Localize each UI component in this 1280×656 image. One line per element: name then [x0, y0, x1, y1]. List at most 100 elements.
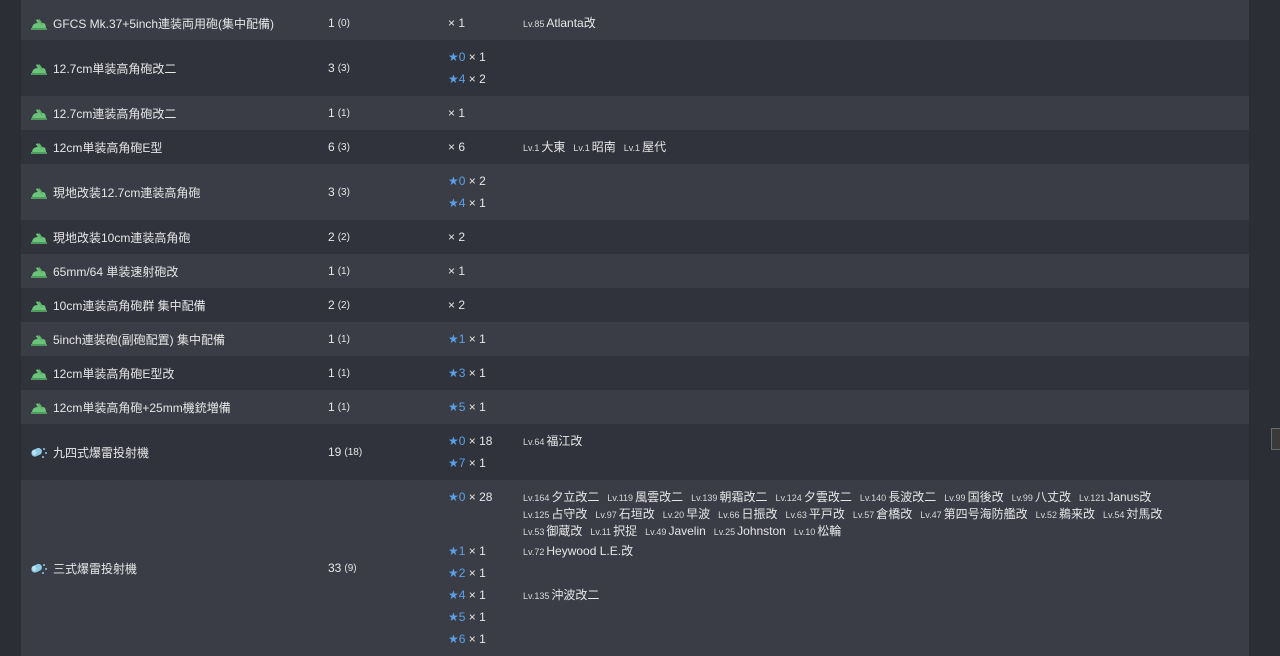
table-row: 65mm/64 単装速射砲改 1 (1) × 1 — [21, 254, 1249, 288]
gun-icon — [31, 267, 47, 278]
quantity: × 2 — [448, 298, 466, 312]
star-level: ★0 — [448, 50, 466, 64]
equipment-name: 12cm単装高角砲E型 — [53, 140, 163, 155]
ship-entry: Lv.25 Johnston — [714, 523, 786, 540]
star-level: ★4 — [448, 72, 466, 86]
ship-level: Lv.99 — [1011, 493, 1033, 503]
improvement-group: ★4 × 1 — [433, 192, 1249, 214]
ship-level: Lv.10 — [793, 527, 816, 537]
ship-level: Lv.52 — [1035, 510, 1057, 520]
improvement-level: × 1 — [433, 260, 523, 282]
ship-name: 鵜来改 — [1058, 507, 1095, 521]
ship-name: 対馬改 — [1126, 507, 1163, 521]
equipped-ships — [523, 628, 1249, 631]
equipped-ships: Lv.164 夕立改二 Lv.119 風雲改二 Lv.139 朝霜改二 Lv.124 夕雲改二… — [523, 486, 1249, 540]
equipment-count-unlocked: (3) — [337, 186, 350, 198]
improvement-level: ★4 × 1 — [433, 584, 523, 606]
ship-level: Lv.119 — [607, 493, 634, 503]
table-row: 12.7cm連装高角砲改二 1 (1) × 1 — [21, 96, 1249, 130]
improvement-level: ★2 × 1 — [433, 562, 523, 584]
equipment-count-unlocked: (9) — [344, 562, 357, 574]
improvement-groups: ★0 × 28 Lv.164 夕立改二 Lv.119 風雲改二 Lv.139 朝霜改二 Lv.… — [433, 480, 1249, 656]
improvement-group: ★0 × 18 Lv.64 福江改 — [433, 430, 1249, 452]
gun-icon — [31, 369, 47, 380]
equipment-count: 1 — [328, 400, 335, 414]
equipped-ships — [523, 362, 1249, 365]
equipment-count-unlocked: (1) — [337, 367, 350, 379]
improvement-group: × 2 — [433, 226, 1249, 248]
quantity: × 1 — [448, 16, 466, 30]
ship-name: 御蔵改 — [546, 524, 583, 538]
ship-entry: Lv.99 国後改 — [944, 489, 1003, 506]
ship-name: 八丈改 — [1034, 490, 1071, 504]
equipment-name: GFCS Mk.37+5inch連装両用砲(集中配備) — [53, 16, 275, 31]
equipped-ships — [523, 328, 1249, 331]
improvement-groups: × 6 Lv.1 大東 Lv.1 昭南 Lv.1 屋代 — [433, 130, 1249, 164]
ship-level: Lv.64 — [523, 437, 545, 447]
ship-name: 夕立改二 — [551, 490, 600, 504]
gun-icon — [31, 403, 47, 414]
equipment-count-unlocked: (1) — [337, 401, 350, 413]
equipment-count: 2 — [328, 298, 335, 312]
ship-name: 大東 — [541, 140, 566, 154]
improvement-group: ★0 × 2 — [433, 170, 1249, 192]
ship-level: Lv.25 — [713, 527, 736, 537]
gun-icon — [31, 19, 47, 30]
ship-level: Lv.121 — [1078, 493, 1106, 503]
ship-level: Lv.139 — [691, 493, 718, 503]
equipped-ships — [523, 606, 1249, 609]
ship-level: Lv.164 — [523, 493, 550, 503]
table-row: GFCS Mk.37+5inch連装両用砲(集中配備) 1 (0) × 1 Lv.85 A… — [21, 6, 1249, 40]
ship-entry: Lv.64 福江改 — [523, 433, 582, 450]
ship-entry: Lv.99 八丈改 — [1012, 489, 1071, 506]
equipped-ships: Lv.85 Atlanta改 — [523, 12, 1249, 32]
ship-name: 第四号海防艦改 — [943, 507, 1028, 521]
improvement-groups: × 1 — [433, 96, 1249, 130]
quantity: × 1 — [448, 106, 466, 120]
equipment-count: 1 — [328, 16, 335, 30]
equipped-ships — [523, 170, 1249, 173]
improvement-level: ★0 × 1 — [433, 46, 523, 68]
equipped-ships — [523, 46, 1249, 49]
equipment-count: 1 — [328, 264, 335, 278]
improvement-group: × 1 — [433, 260, 1249, 282]
star-level: ★3 — [448, 366, 466, 380]
equipment-count-cell: 1 (1) — [317, 390, 433, 424]
ship-entry: Lv.121 Janus改 — [1079, 489, 1151, 506]
ship-level: Lv.1 — [523, 143, 540, 153]
improvement-groups: ★0 × 1 ★4 × 2 — [433, 40, 1249, 96]
equipment-count-cell: 2 (2) — [317, 220, 433, 254]
quantity: × 1 — [468, 332, 486, 346]
side-scroll-tab[interactable] — [1271, 428, 1280, 450]
ship-entry: Lv.119 風雲改二 — [607, 489, 683, 506]
gun-icon — [31, 188, 47, 199]
ship-level: Lv.135 — [523, 591, 550, 601]
equipment-name-cell: 三式爆雷投射機 — [21, 480, 317, 656]
improvement-groups: ★3 × 1 — [433, 356, 1249, 390]
improvement-level: × 1 — [433, 12, 523, 34]
equipment-name-cell: 12cm単装高角砲E型改 — [21, 356, 317, 390]
quantity: × 1 — [468, 610, 486, 624]
equipment-name: 12cm単装高角砲E型改 — [53, 366, 175, 381]
improvement-group: × 1 Lv.85 Atlanta改 — [433, 12, 1249, 34]
ship-entry: Lv.66 日振改 — [718, 506, 777, 523]
equipped-ships — [523, 396, 1249, 399]
equipment-count: 3 — [328, 61, 335, 75]
improvement-level: ★4 × 2 — [433, 68, 523, 90]
quantity: × 1 — [468, 50, 486, 64]
ship-name: 平戸改 — [808, 507, 845, 521]
ship-name: Javelin — [668, 524, 706, 538]
table-row: 九四式爆雷投射機 19 (18) ★0 × 18 Lv.64 福江改 ★7 × 1 — [21, 424, 1249, 480]
improvement-group: ★4 × 1 Lv.135 沖波改二 — [433, 584, 1249, 606]
equipment-name: 三式爆雷投射機 — [53, 561, 138, 576]
ship-entry: Lv.63 平戸改 — [786, 506, 845, 523]
quantity: × 2 — [468, 72, 486, 86]
ship-name: 夕雲改二 — [803, 490, 852, 504]
improvement-groups: ★1 × 1 — [433, 322, 1249, 356]
ship-name: 福江改 — [546, 434, 583, 448]
equipment-count-unlocked: (3) — [337, 62, 350, 74]
equipment-name: 65mm/64 単装速射砲改 — [53, 264, 179, 279]
depth-charge-icon — [31, 447, 47, 458]
star-level: ★0 — [448, 174, 466, 188]
quantity: × 6 — [448, 140, 466, 154]
